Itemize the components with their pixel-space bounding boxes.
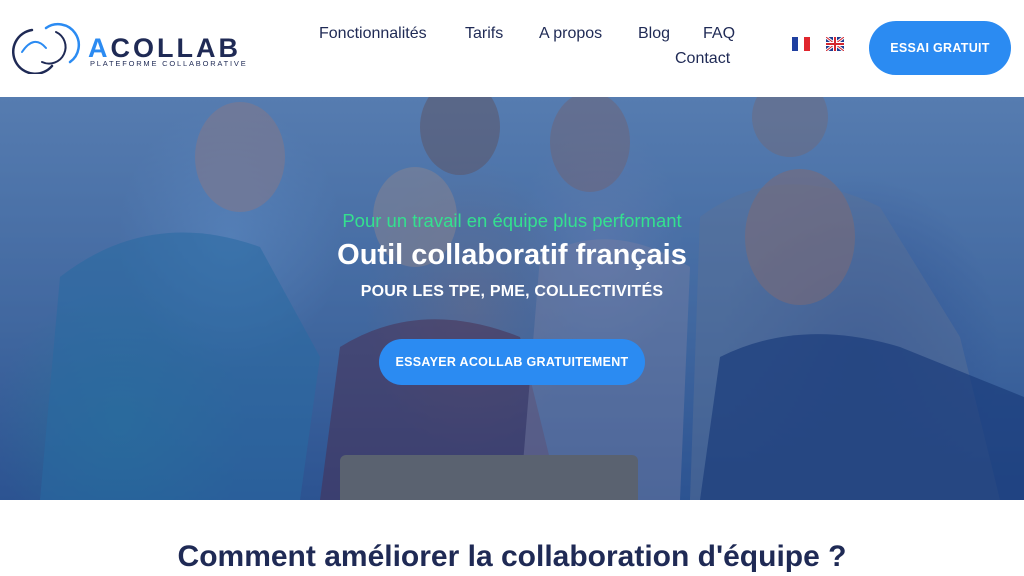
hero-content: Pour un travail en équipe plus performan… bbox=[0, 97, 1024, 500]
nav-item-faq[interactable]: FAQ bbox=[703, 24, 735, 44]
nav-item-fonctionnalites[interactable]: Fonctionnalités bbox=[319, 24, 427, 44]
nav-item-blog[interactable]: Blog bbox=[638, 24, 670, 44]
hero-tagline: POUR LES TPE, PME, COLLECTIVITÉS bbox=[360, 283, 664, 300]
try-acollab-button[interactable]: ESSAYER ACOLLAB GRATUITEMENT bbox=[379, 339, 645, 385]
hero-section: Pour un travail en équipe plus performan… bbox=[0, 97, 1024, 500]
nav-item-contact[interactable]: Contact bbox=[675, 49, 730, 69]
flag-uk-icon[interactable] bbox=[826, 37, 844, 51]
logo-mark-icon bbox=[12, 23, 80, 74]
main-nav: Fonctionnalités Tarifs A propos Blog FAQ… bbox=[300, 20, 740, 76]
hero-subtitle: Pour un travail en équipe plus performan… bbox=[342, 210, 682, 231]
section-title: Comment améliorer la collaboration d'équ… bbox=[177, 540, 847, 573]
logo-wordmark: ACOLLAB bbox=[88, 34, 241, 62]
site-header: ACOLLAB PLATEFORME COLLABORATIVE Fonctio… bbox=[0, 0, 1024, 97]
flag-fr-icon[interactable] bbox=[792, 37, 810, 51]
nav-item-tarifs[interactable]: Tarifs bbox=[465, 24, 503, 44]
hero-title: Outil collaboratif français bbox=[337, 239, 687, 271]
nav-item-a-propos[interactable]: A propos bbox=[539, 24, 602, 44]
free-trial-button[interactable]: ESSAI GRATUIT bbox=[869, 21, 1011, 75]
logo-tagline: PLATEFORME COLLABORATIVE bbox=[90, 59, 248, 68]
acollab-logo[interactable]: ACOLLAB PLATEFORME COLLABORATIVE bbox=[12, 22, 262, 74]
